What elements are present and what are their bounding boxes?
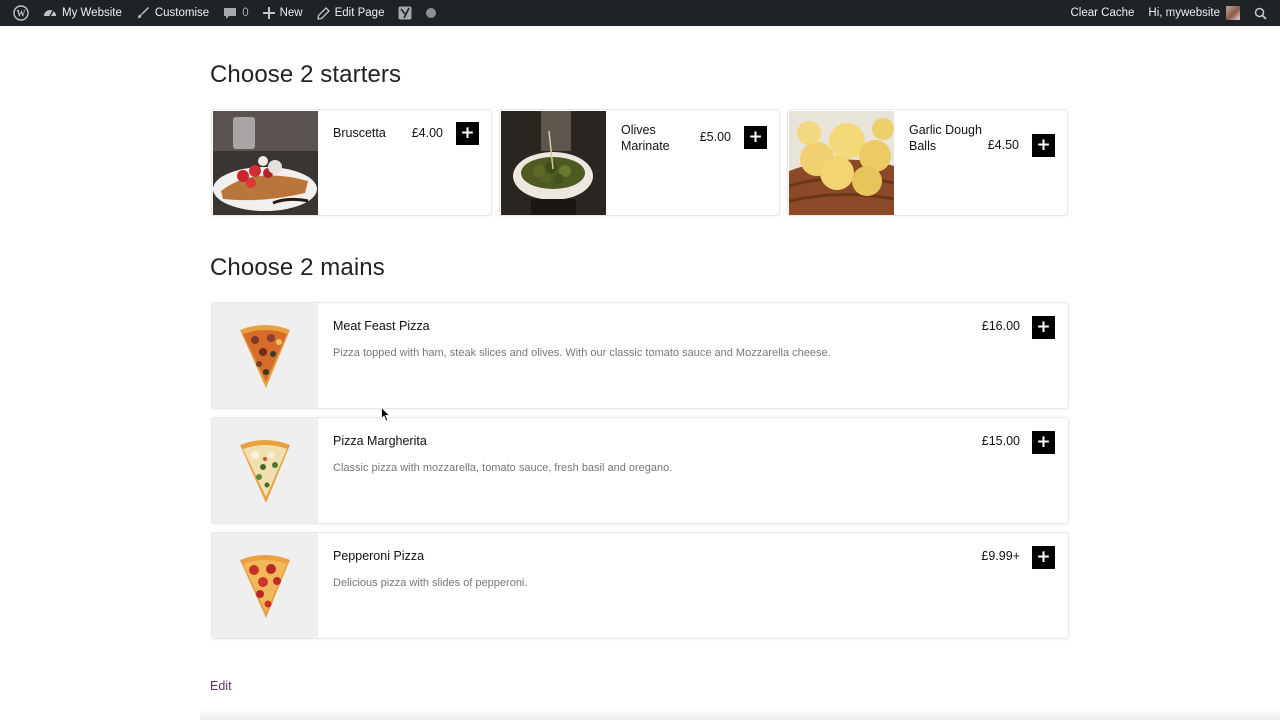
clear-cache-label: Clear Cache [1070, 7, 1135, 19]
olives-image [501, 111, 606, 215]
add-button[interactable]: + [1032, 546, 1055, 569]
main-card: Pizza Margherita Classic pizza with mozz… [211, 417, 1069, 524]
starter-price: £5.00 [699, 130, 731, 144]
plus-icon: + [460, 123, 475, 143]
svg-text:W: W [17, 9, 26, 19]
wordpress-menu[interactable]: W [6, 0, 36, 26]
plus-icon: + [1036, 135, 1051, 155]
site-name-label: My Website [62, 7, 122, 19]
add-button[interactable]: + [1032, 316, 1055, 339]
admin-bar: W My Website Customise 0 New Edit Page C… [0, 0, 1280, 26]
clear-cache-button[interactable]: Clear Cache [1064, 0, 1142, 26]
garlic-dough-balls-image [789, 111, 894, 215]
plus-icon: + [748, 127, 763, 147]
search-icon [1254, 7, 1267, 20]
starter-card: Garlic Dough Balls £4.50 + [787, 109, 1068, 216]
seo-status[interactable] [419, 0, 443, 26]
yoast-menu[interactable] [391, 0, 419, 26]
starter-card: Olives Marinate £5.00 + [499, 109, 780, 216]
dashboard-icon [43, 6, 57, 20]
main-name: Pizza Margherita [333, 434, 427, 448]
starter-card: Bruscetta £4.00 + [211, 109, 492, 216]
search-button[interactable] [1247, 0, 1274, 26]
page-bottom-shadow [200, 708, 1280, 720]
starter-name: Bruscetta [333, 126, 386, 140]
plus-icon: + [1036, 547, 1051, 567]
customise-link[interactable]: Customise [129, 0, 216, 26]
main-price: £15.00 [981, 434, 1020, 448]
customise-label: Customise [154, 7, 210, 19]
starter-name: Garlic Dough Balls [909, 123, 982, 153]
edit-page-label: Edit Page [334, 7, 385, 19]
new-content-link[interactable]: New [256, 0, 310, 26]
pepperoni-pizza-image [212, 533, 318, 638]
mouse-cursor-icon [381, 406, 391, 427]
comments-link[interactable]: 0 [216, 0, 255, 26]
comment-icon [223, 6, 237, 20]
mains-heading: Choose 2 mains [210, 254, 385, 281]
add-button[interactable]: + [1032, 134, 1055, 157]
wordpress-icon: W [13, 5, 29, 21]
edit-link[interactable]: Edit [210, 679, 232, 693]
main-description: Pizza topped with ham, steak slices and … [333, 347, 831, 359]
main-description: Classic pizza with mozzarella, tomato sa… [333, 462, 673, 474]
comments-count: 0 [242, 7, 249, 19]
greeting-label: Hi, mywebsite [1148, 7, 1220, 19]
plus-icon: + [1036, 317, 1051, 337]
admin-bar-right: Clear Cache Hi, mywebsite [1064, 0, 1275, 26]
starters-heading: Choose 2 starters [210, 61, 402, 88]
starter-name: Olives Marinate [621, 123, 670, 153]
main-name: Pepperoni Pizza [333, 549, 425, 563]
main-name: Meat Feast Pizza [333, 319, 430, 333]
plus-icon [262, 7, 275, 19]
edit-page-link[interactable]: Edit Page [310, 0, 392, 26]
main-price: £16.00 [981, 319, 1020, 333]
bruscetta-image [213, 111, 318, 215]
brush-icon [136, 6, 150, 20]
avatar [1226, 6, 1240, 20]
pizza-margherita-image [212, 418, 318, 523]
main-card: Meat Feast Pizza Pizza topped with ham, … [211, 302, 1069, 409]
starter-price: £4.50 [987, 138, 1019, 152]
meat-feast-pizza-image [212, 303, 318, 408]
status-dot-icon [426, 8, 437, 18]
main-description: Delicious pizza with slides of pepperoni… [333, 577, 528, 589]
main-price: £9.99+ [981, 549, 1020, 563]
add-button[interactable]: + [744, 126, 767, 149]
main-card: Pepperoni Pizza Delicious pizza with sli… [211, 532, 1069, 639]
site-name-link[interactable]: My Website [36, 0, 129, 26]
pencil-icon [316, 6, 330, 20]
plus-icon: + [1036, 432, 1051, 452]
add-button[interactable]: + [1032, 431, 1055, 454]
add-button[interactable]: + [456, 122, 479, 145]
new-label: New [279, 7, 303, 19]
admin-bar-left: W My Website Customise 0 New Edit Page [6, 0, 443, 26]
account-menu[interactable]: Hi, mywebsite [1141, 0, 1247, 26]
yoast-icon [398, 6, 412, 20]
starter-price: £4.00 [411, 126, 443, 140]
